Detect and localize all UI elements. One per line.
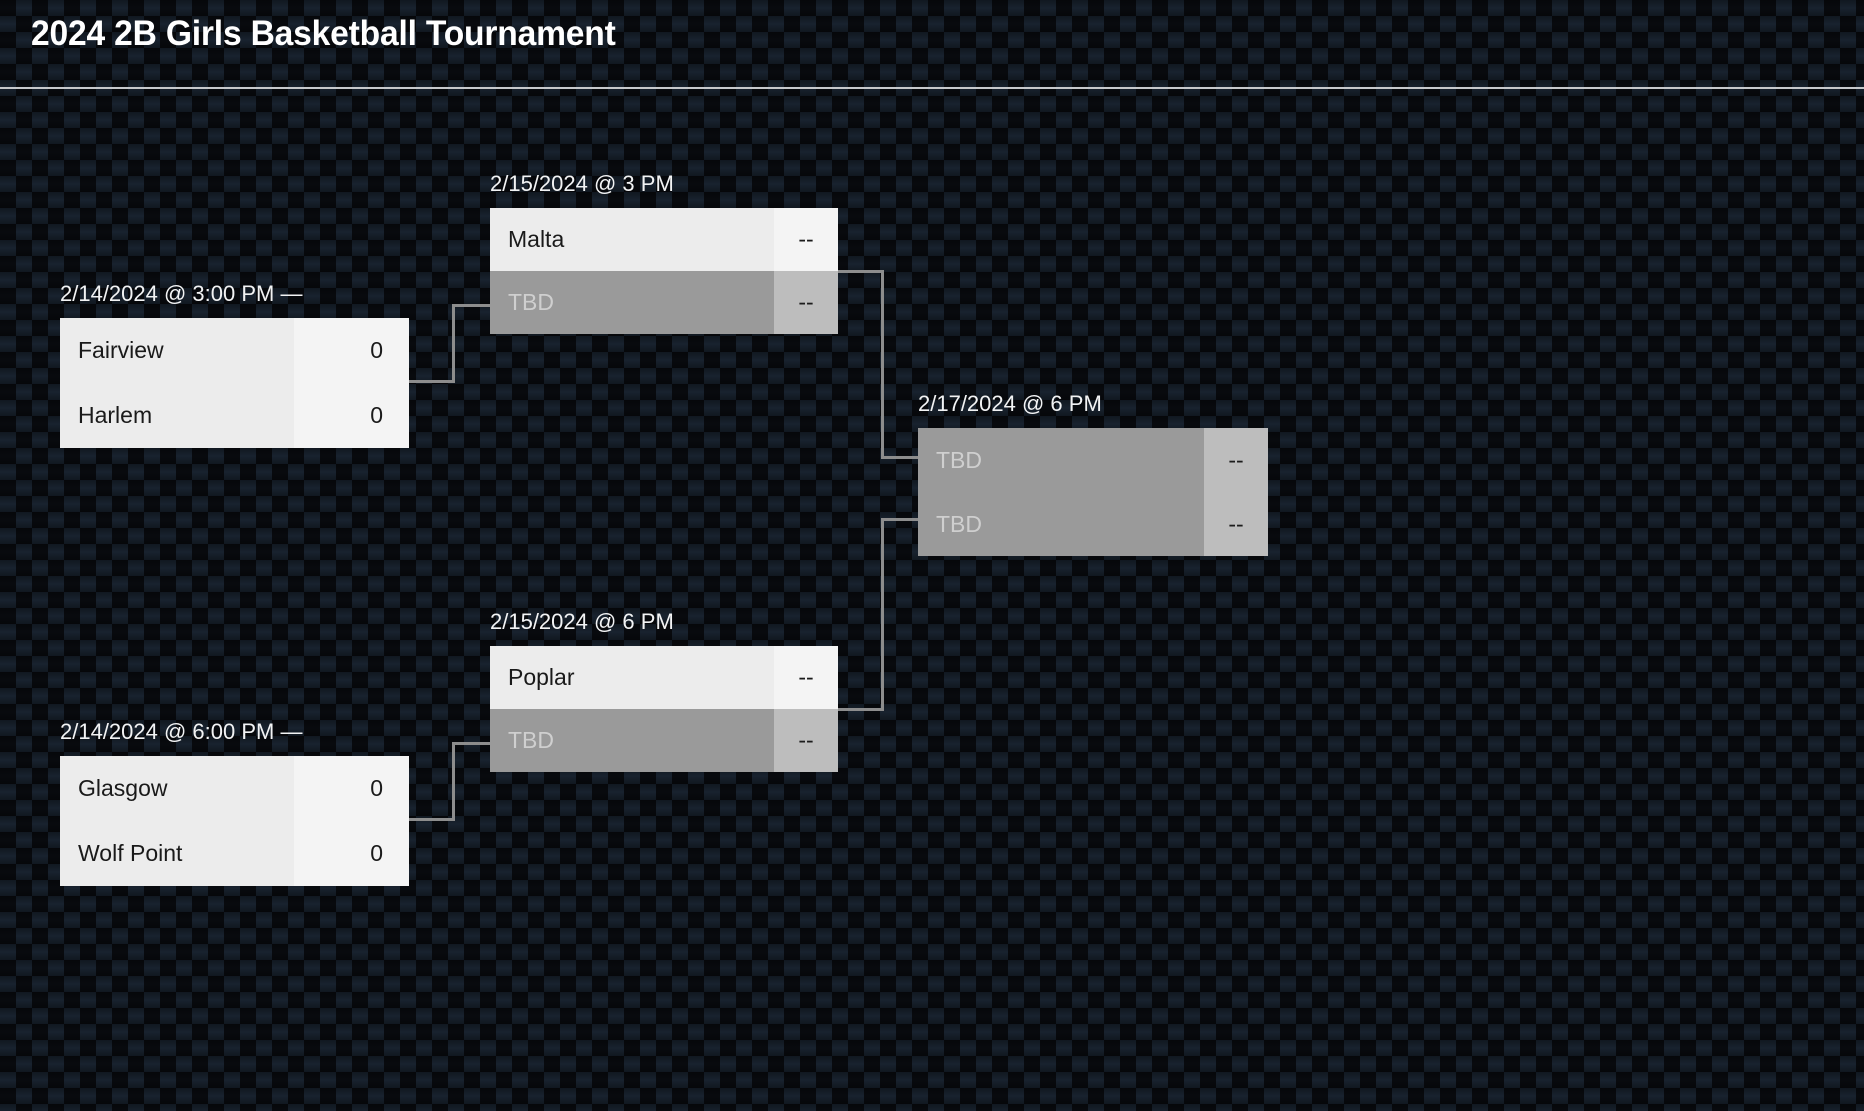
team-name: Wolf Point [60, 821, 294, 886]
connector-r2m1-in-h [881, 456, 921, 459]
team-name: Glasgow [60, 756, 294, 821]
team-name: Fairview [60, 318, 294, 383]
table-row[interactable]: Glasgow 0 [60, 756, 409, 821]
match-box-final[interactable]: TBD -- TBD -- [918, 428, 1268, 556]
table-row[interactable]: Poplar -- [490, 646, 838, 709]
match-date-r1-m2: 2/14/2024 @ 6:00 PM — [60, 719, 303, 744]
connector-r2m2-out-h [838, 708, 884, 711]
connector-r1m1-out-h [409, 380, 455, 383]
team-score: 0 [294, 318, 409, 383]
match-box-r1-m1[interactable]: Fairview 0 Harlem 0 [60, 318, 409, 448]
match-date-r2-m1: 2/15/2024 @ 3 PM [490, 171, 674, 196]
match-box-r1-m2[interactable]: Glasgow 0 Wolf Point 0 [60, 756, 409, 886]
team-score: 0 [294, 821, 409, 886]
team-score: -- [774, 709, 838, 772]
table-row[interactable]: Malta -- [490, 208, 838, 271]
team-name: Harlem [60, 383, 294, 448]
team-score: -- [774, 646, 838, 709]
team-score: -- [774, 271, 838, 334]
connector-r1m2-v [452, 742, 455, 821]
connector-r1m1-in-h [452, 304, 492, 307]
team-name: TBD [918, 428, 1204, 492]
table-row[interactable]: TBD -- [918, 428, 1268, 492]
page-title: 2024 2B Girls Basketball Tournament [31, 14, 616, 53]
match-date-r2-m2: 2/15/2024 @ 6 PM [490, 609, 674, 634]
team-score: 0 [294, 383, 409, 448]
connector-r1m2-in-h [452, 742, 492, 745]
header-divider [0, 87, 1864, 89]
table-row[interactable]: TBD -- [490, 271, 838, 334]
team-name: TBD [490, 709, 774, 772]
page-header: 2024 2B Girls Basketball Tournament [0, 0, 1864, 89]
table-row[interactable]: Wolf Point 0 [60, 821, 409, 886]
match-box-r2-m2[interactable]: Poplar -- TBD -- [490, 646, 838, 772]
table-row[interactable]: Fairview 0 [60, 318, 409, 383]
team-score: -- [1204, 428, 1268, 492]
match-date-final: 2/17/2024 @ 6 PM [918, 391, 1102, 416]
table-row[interactable]: TBD -- [918, 492, 1268, 556]
match-date-r1-m1: 2/14/2024 @ 3:00 PM — [60, 281, 303, 306]
bracket-page: 2024 2B Girls Basketball Tournament 2/14… [0, 0, 1864, 1111]
team-name: TBD [490, 271, 774, 334]
match-box-r2-m1[interactable]: Malta -- TBD -- [490, 208, 838, 334]
team-name: Poplar [490, 646, 774, 709]
connector-r2m2-v [881, 518, 884, 711]
connector-r1m1-v [452, 304, 455, 383]
connector-r2m2-in-h [881, 518, 921, 521]
team-score: -- [1204, 492, 1268, 556]
table-row[interactable]: TBD -- [490, 709, 838, 772]
table-row[interactable]: Harlem 0 [60, 383, 409, 448]
team-score: -- [774, 208, 838, 271]
connector-r2m1-out-h [838, 270, 884, 273]
connector-r2m1-v [881, 270, 884, 459]
team-name: TBD [918, 492, 1204, 556]
team-score: 0 [294, 756, 409, 821]
connector-r1m2-out-h [409, 818, 455, 821]
team-name: Malta [490, 208, 774, 271]
